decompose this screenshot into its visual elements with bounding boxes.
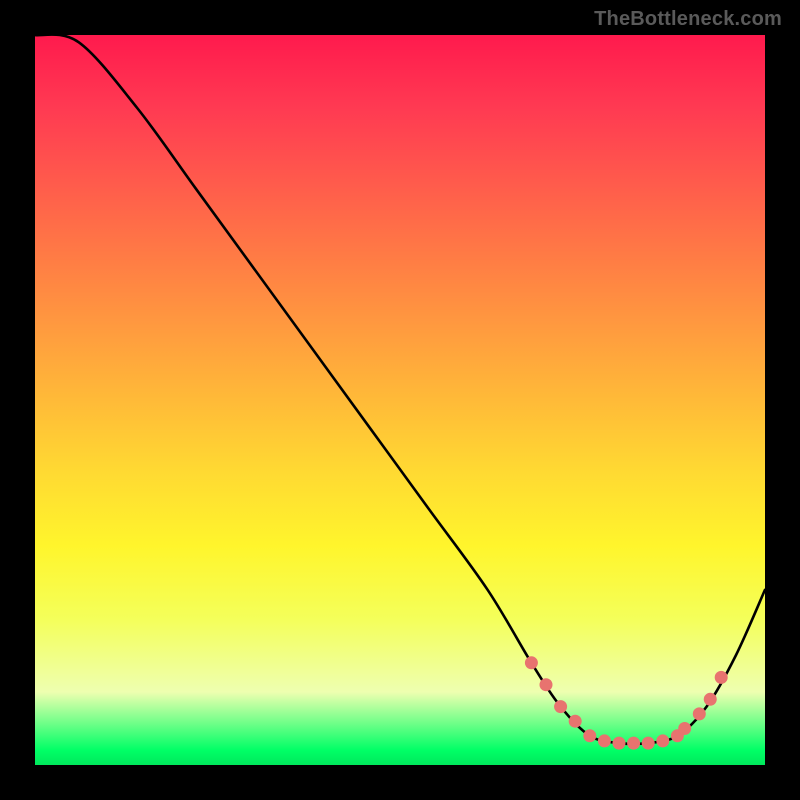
highlight-dot (583, 729, 596, 742)
highlight-dot (704, 693, 717, 706)
highlight-dot (598, 734, 611, 747)
highlight-dot (554, 700, 567, 713)
highlight-dot (678, 722, 691, 735)
highlight-dot (715, 671, 728, 684)
highlight-dot (642, 737, 655, 750)
highlight-dot (569, 715, 582, 728)
highlight-dot (540, 678, 553, 691)
highlight-dot (627, 737, 640, 750)
highlight-dot (525, 656, 538, 669)
chart-container: TheBottleneck.com (0, 0, 800, 800)
highlight-dot (693, 707, 706, 720)
highlight-dot (656, 734, 669, 747)
curve-svg (35, 35, 765, 765)
bottleneck-curve-line (35, 35, 765, 744)
highlight-dots-group (525, 656, 728, 749)
highlight-dot (613, 737, 626, 750)
plot-area (35, 35, 765, 765)
watermark-label: TheBottleneck.com (594, 8, 782, 31)
